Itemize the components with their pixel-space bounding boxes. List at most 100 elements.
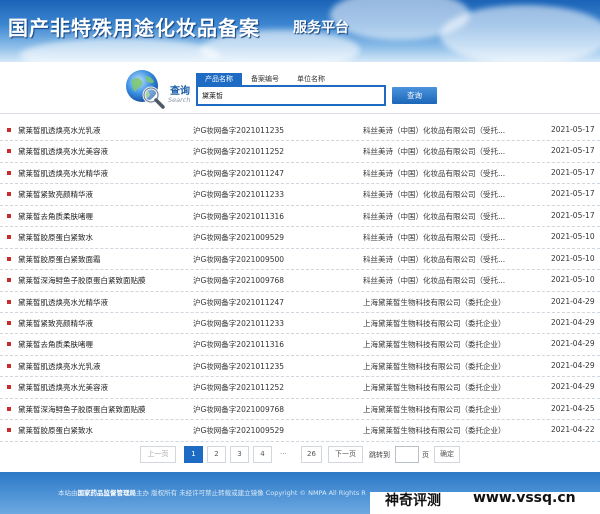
bullet-icon bbox=[7, 256, 11, 261]
table-row[interactable]: 黛莱皙肌透焕亮水光精华液 沪G妆网备字2021011247 科丝美诗（中国）化妆品有… bbox=[0, 163, 600, 185]
company-name: 科丝美诗（中国）化妆品有限公司（受托... bbox=[363, 233, 506, 243]
bullet-icon bbox=[7, 385, 11, 390]
bullet-icon bbox=[7, 128, 11, 132]
registration-number: 沪G妆网备字2021009500 bbox=[193, 254, 285, 264]
product-name-link[interactable]: 黛莱皙胶原蛋白紧致水 bbox=[18, 232, 93, 243]
registration-number: 沪G妆网备字2021011247 bbox=[193, 168, 285, 178]
company-name: 上海黛莱皙生物科技有限公司（委托企业） bbox=[363, 340, 506, 350]
product-name-link[interactable]: 黛莱皙紧致亮颜精华液 bbox=[18, 318, 93, 329]
footer-copyright: 本站由国家药品监督管理局主办 版权所有 未经许可禁止转载或建立镜像 Copyri… bbox=[58, 489, 366, 497]
bullet-icon bbox=[7, 170, 11, 175]
prev-page-button[interactable]: 上一页 bbox=[140, 446, 176, 463]
company-name: 科丝美诗（中国）化妆品有限公司（受托... bbox=[363, 126, 506, 135]
site-subtitle: 服务平台 bbox=[293, 20, 349, 36]
registration-number: 沪G妆网备字2021011233 bbox=[193, 318, 285, 328]
company-name: 科丝美诗（中国）化妆品有限公司（受托... bbox=[363, 211, 506, 221]
registration-number: 沪G妆网备字2021011235 bbox=[193, 126, 285, 135]
table-row[interactable]: 黛莱皙胶原蛋白紧致面霜 沪G妆网备字2021009500 科丝美诗（中国）化妆品有限… bbox=[0, 249, 600, 271]
record-date: 2021-04-29 bbox=[551, 360, 595, 370]
product-name-link[interactable]: 黛莱皙肌透焕亮水光美容液 bbox=[18, 146, 108, 157]
record-date: 2021-04-29 bbox=[551, 382, 595, 392]
product-name-link[interactable]: 黛莱皙肌透焕亮水光乳液 bbox=[18, 125, 101, 136]
product-name-link[interactable]: 黛莱皙胶原蛋白紧致面霜 bbox=[18, 254, 101, 265]
company-name: 科丝美诗（中国）化妆品有限公司（受托... bbox=[363, 276, 506, 286]
product-name-link[interactable]: 黛莱皙胶原蛋白紧致水 bbox=[18, 425, 93, 436]
page-button-3[interactable]: 3 bbox=[230, 446, 249, 463]
table-row[interactable]: 黛莱皙深海鲟鱼子胶原蛋白紧致面贴膜 沪G妆网备字2021009768 上海黛莱皙生物… bbox=[0, 399, 600, 421]
table-row[interactable]: 黛莱皙胶原蛋白紧致水 沪G妆网备字2021009529 科丝美诗（中国）化妆品有限公… bbox=[0, 227, 600, 249]
tab-product-name[interactable]: 产品名称 bbox=[196, 73, 242, 85]
record-date: 2021-04-22 bbox=[551, 425, 595, 435]
table-row[interactable]: 黛莱皙去角质柔肤啫喱 沪G妆网备字2021011316 上海黛莱皙生物科技有限公司（… bbox=[0, 334, 600, 356]
jump-to-label: 跳转到 bbox=[369, 451, 390, 459]
table-row[interactable]: 黛莱皙肌透焕亮水光美容液 沪G妆网备字2021011252 上海黛莱皙生物科技有限公… bbox=[0, 377, 600, 399]
table-row[interactable]: 黛莱皙紧致亮颜精华液 沪G妆网备字2021011233 科丝美诗（中国）化妆品有限公… bbox=[0, 184, 600, 206]
search-tabs: 产品名称 备案编号 单位名称 bbox=[196, 73, 334, 85]
product-name-link[interactable]: 黛莱皙肌透焕亮水光精华液 bbox=[18, 297, 108, 308]
table-row[interactable]: 黛莱皙肌透焕亮水光美容液 沪G妆网备字2021011252 科丝美诗（中国）化妆品有… bbox=[0, 141, 600, 163]
page-button-1[interactable]: 1 bbox=[184, 446, 203, 463]
registration-number: 沪G妆网备字2021009529 bbox=[193, 426, 285, 436]
table-row[interactable]: 黛莱皙去角质柔肤啫喱 沪G妆网备字2021011316 科丝美诗（中国）化妆品有限公… bbox=[0, 206, 600, 228]
product-name-link[interactable]: 黛莱皙深海鲟鱼子胶原蛋白紧致面贴膜 bbox=[18, 275, 146, 286]
header-banner: 国产非特殊用途化妆品备案 服务平台 bbox=[0, 0, 600, 62]
bullet-icon bbox=[7, 342, 11, 347]
results-list: 黛莱皙肌透焕亮水光乳液 沪G妆网备字2021011235 科丝美诗（中国）化妆品有限… bbox=[0, 120, 600, 442]
record-date: 2021-04-29 bbox=[551, 339, 595, 349]
globe-magnifier-icon bbox=[126, 70, 165, 109]
table-row[interactable]: 黛莱皙胶原蛋白紧致水 沪G妆网备字2021009529 上海黛莱皙生物科技有限公司（… bbox=[0, 420, 600, 442]
tab-company-name[interactable]: 单位名称 bbox=[288, 73, 334, 85]
footer-org-link[interactable]: 国家药品监督管理局 bbox=[78, 489, 137, 497]
company-name: 上海黛莱皙生物科技有限公司（委托企业） bbox=[363, 404, 506, 414]
company-name: 上海黛莱皙生物科技有限公司（委托企业） bbox=[363, 383, 506, 393]
table-row[interactable]: 黛莱皙紧致亮颜精华液 沪G妆网备字2021011233 上海黛莱皙生物科技有限公司（… bbox=[0, 313, 600, 335]
search-input[interactable] bbox=[196, 85, 386, 106]
jump-page-input[interactable] bbox=[395, 446, 419, 463]
table-row[interactable]: 黛莱皙深海鲟鱼子胶原蛋白紧致面贴膜 沪G妆网备字2021009768 科丝美诗（中国… bbox=[0, 270, 600, 292]
company-name: 上海黛莱皙生物科技有限公司（委托企业） bbox=[363, 297, 506, 307]
bullet-icon bbox=[7, 428, 11, 433]
bullet-icon bbox=[7, 299, 11, 304]
registration-number: 沪G妆网备字2021011235 bbox=[193, 361, 285, 371]
page-button-last[interactable]: 26 bbox=[301, 446, 322, 463]
record-date: 2021-04-25 bbox=[551, 403, 595, 413]
company-name: 科丝美诗（中国）化妆品有限公司（受托... bbox=[363, 190, 506, 200]
registration-number: 沪G妆网备字2021011316 bbox=[193, 340, 285, 350]
record-date: 2021-05-17 bbox=[551, 146, 595, 156]
registration-number: 沪G妆网备字2021009768 bbox=[193, 276, 285, 286]
search-button[interactable]: 查询 bbox=[392, 87, 437, 104]
product-name-link[interactable]: 黛莱皙紧致亮颜精华液 bbox=[18, 189, 93, 200]
record-date: 2021-04-29 bbox=[551, 296, 595, 306]
bullet-icon bbox=[7, 320, 11, 325]
bullet-icon bbox=[7, 406, 11, 411]
watermark-text-cn: 神奇评测 bbox=[385, 493, 441, 509]
product-name-link[interactable]: 黛莱皙肌透焕亮水光精华液 bbox=[18, 168, 108, 179]
record-date: 2021-05-17 bbox=[551, 125, 595, 134]
company-name: 科丝美诗（中国）化妆品有限公司（受托... bbox=[363, 254, 506, 264]
site-title: 国产非特殊用途化妆品备案 bbox=[8, 16, 260, 40]
page-button-2[interactable]: 2 bbox=[207, 446, 226, 463]
page-button-4[interactable]: 4 bbox=[253, 446, 272, 463]
table-row[interactable]: 黛莱皙肌透焕亮水光精华液 沪G妆网备字2021011247 上海黛莱皙生物科技有限公… bbox=[0, 292, 600, 313]
product-name-link[interactable]: 黛莱皙肌透焕亮水光乳液 bbox=[18, 361, 101, 372]
table-row[interactable]: 黛莱皙肌透焕亮水光乳液 沪G妆网备字2021011235 上海黛莱皙生物科技有限公司… bbox=[0, 356, 600, 378]
record-date: 2021-05-17 bbox=[551, 189, 595, 199]
bullet-icon bbox=[7, 278, 11, 283]
product-name-link[interactable]: 黛莱皙肌透焕亮水光美容液 bbox=[18, 382, 108, 393]
table-row[interactable]: 黛莱皙肌透焕亮水光乳液 沪G妆网备字2021011235 科丝美诗（中国）化妆品有限… bbox=[0, 120, 600, 142]
tab-registration-number[interactable]: 备案编号 bbox=[242, 73, 288, 85]
next-page-button[interactable]: 下一页 bbox=[328, 446, 363, 463]
search-panel: 查询 Search 产品名称 备案编号 单位名称 查询 bbox=[0, 62, 600, 114]
query-sublabel: Search bbox=[168, 96, 191, 104]
product-name-link[interactable]: 黛莱皙去角质柔肤啫喱 bbox=[18, 211, 93, 222]
product-name-link[interactable]: 黛莱皙深海鲟鱼子胶原蛋白紧致面贴膜 bbox=[18, 404, 146, 415]
bullet-icon bbox=[7, 149, 11, 154]
record-date: 2021-05-17 bbox=[551, 167, 595, 177]
page-ellipsis: ... bbox=[280, 448, 287, 456]
bullet-icon bbox=[7, 192, 11, 197]
product-name-link[interactable]: 黛莱皙去角质柔肤啫喱 bbox=[18, 339, 93, 350]
query-label: 查询 bbox=[170, 86, 190, 97]
pagination: 上一页 1 2 3 4 ... 26 下一页 跳转到 页 确定 bbox=[0, 446, 600, 464]
jump-confirm-button[interactable]: 确定 bbox=[434, 446, 460, 463]
bullet-icon bbox=[7, 363, 11, 368]
